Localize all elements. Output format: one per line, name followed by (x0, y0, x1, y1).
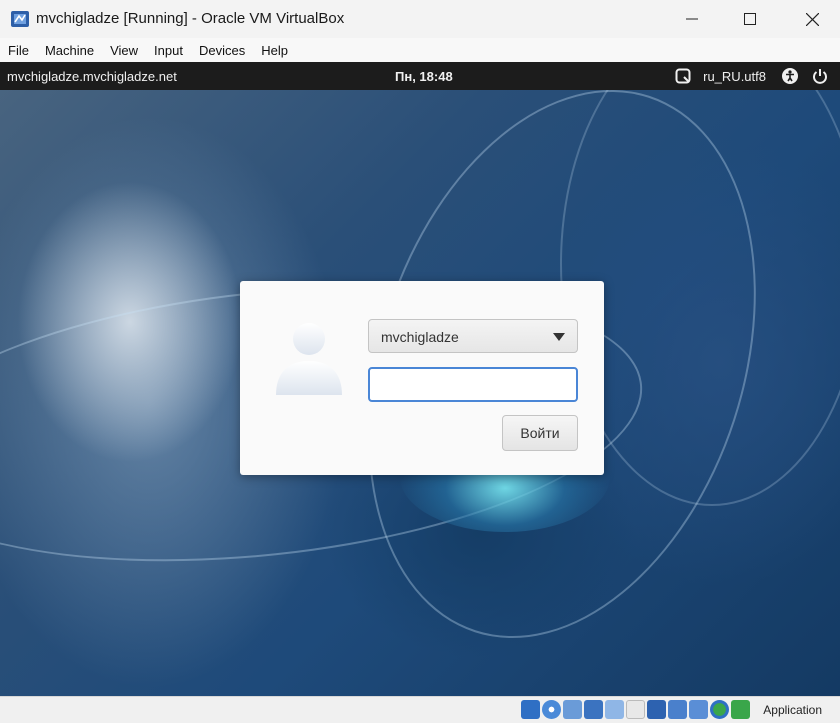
audio-icon[interactable] (563, 700, 582, 719)
usb-icon[interactable] (605, 700, 624, 719)
recording-icon[interactable] (689, 700, 708, 719)
host-key-label[interactable]: Application (763, 703, 822, 717)
user-avatar-icon (276, 323, 342, 395)
menu-view[interactable]: View (102, 43, 146, 58)
power-icon[interactable] (810, 66, 830, 86)
login-dialog: mvchigladze Войти (240, 281, 604, 475)
menu-file[interactable]: File (0, 43, 37, 58)
guest-top-panel: mvchigladze.mvchigladze.net Пн, 18:48 ru… (0, 62, 840, 90)
optical-drive-icon[interactable] (542, 700, 561, 719)
close-button[interactable] (784, 0, 840, 38)
keyboard-capture-icon[interactable] (731, 700, 750, 719)
keyboard-layout-indicator[interactable]: ru_RU.utf8 (703, 69, 766, 84)
guest-screen[interactable]: mvchigladze.mvchigladze.net Пн, 18:48 ru… (0, 62, 840, 696)
guest-hostname: mvchigladze.mvchigladze.net (7, 69, 177, 84)
password-input[interactable] (368, 367, 578, 402)
menubar: File Machine View Input Devices Help (0, 38, 840, 62)
minimize-button[interactable] (664, 0, 720, 38)
window-titlebar: mvchigladze [Running] - Oracle VM Virtua… (0, 0, 840, 38)
menu-input[interactable]: Input (146, 43, 191, 58)
window-title: mvchigladze [Running] - Oracle VM Virtua… (36, 10, 345, 27)
close-icon (805, 12, 819, 26)
network-icon[interactable] (584, 700, 603, 719)
selected-user: mvchigladze (381, 329, 459, 345)
virtualbox-app-icon (11, 11, 29, 27)
shared-folders-icon[interactable] (626, 700, 645, 719)
maximize-button[interactable] (722, 0, 778, 38)
maximize-icon (744, 13, 756, 25)
keyboard-icon[interactable] (673, 66, 693, 86)
mouse-integration-icon[interactable] (710, 700, 729, 719)
hard-disk-icon[interactable] (521, 700, 540, 719)
video-capture-icon[interactable] (668, 700, 687, 719)
display-icon[interactable] (647, 700, 666, 719)
chevron-down-icon (553, 333, 565, 341)
guest-clock[interactable]: Пн, 18:48 (395, 69, 453, 84)
menu-machine[interactable]: Machine (37, 43, 102, 58)
user-select[interactable]: mvchigladze (368, 319, 578, 353)
login-button[interactable]: Войти (502, 415, 578, 451)
statusbar: Application (0, 696, 840, 723)
minimize-icon (686, 18, 698, 20)
menu-devices[interactable]: Devices (191, 43, 253, 58)
menu-help[interactable]: Help (253, 43, 296, 58)
accessibility-icon[interactable] (780, 66, 800, 86)
